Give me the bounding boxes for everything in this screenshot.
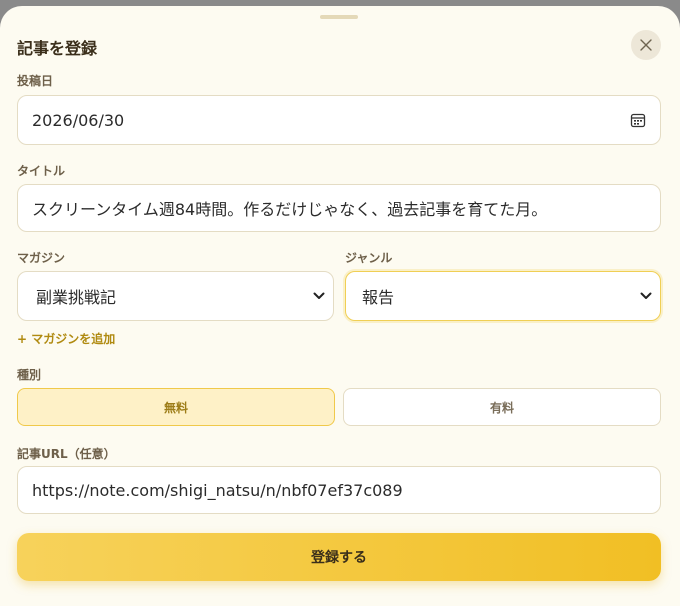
close-button[interactable]	[631, 30, 661, 60]
submit-button[interactable]: 登録する	[17, 533, 661, 581]
chevron-down-icon	[640, 292, 652, 299]
url-value: https://note.com/shigi_natsu/n/nbf07ef37…	[32, 480, 403, 500]
title-label: タイトル	[17, 164, 66, 178]
url-input[interactable]: https://note.com/shigi_natsu/n/nbf07ef37…	[17, 466, 661, 514]
date-value: 2026/06/30	[32, 110, 125, 130]
title-input[interactable]: スクリーンタイム週84時間。作るだけじゃなく、過去記事を育てた月。	[17, 184, 661, 232]
magazine-label: マガジン	[17, 251, 66, 265]
genre-selected: 報告	[362, 288, 395, 307]
magazine-select[interactable]: 副業挑戦記	[17, 271, 334, 321]
genre-select[interactable]: 報告	[345, 271, 661, 321]
add-magazine-link[interactable]: + マガジンを追加	[17, 330, 115, 347]
type-option-paid[interactable]: 有料	[343, 388, 661, 426]
date-label: 投稿日	[17, 74, 54, 88]
dialog-title: 記事を登録	[17, 39, 98, 58]
bottom-sheet: 記事を登録 投稿日 2026/06/30 タイトル スクリーンタイム週84時間。…	[0, 6, 680, 606]
magazine-selected: 副業挑戦記	[36, 288, 117, 307]
type-option-free[interactable]: 無料	[17, 388, 335, 426]
chevron-down-icon	[313, 292, 325, 299]
close-icon	[640, 39, 652, 51]
calendar-icon[interactable]	[630, 112, 646, 128]
url-label: 記事URL（任意）	[17, 447, 116, 461]
drag-handle[interactable]	[320, 15, 358, 19]
type-label: 種別	[17, 368, 42, 382]
date-input[interactable]: 2026/06/30	[17, 95, 661, 145]
genre-label: ジャンル	[345, 251, 393, 265]
title-value: スクリーンタイム週84時間。作るだけじゃなく、過去記事を育てた月。	[32, 200, 548, 219]
